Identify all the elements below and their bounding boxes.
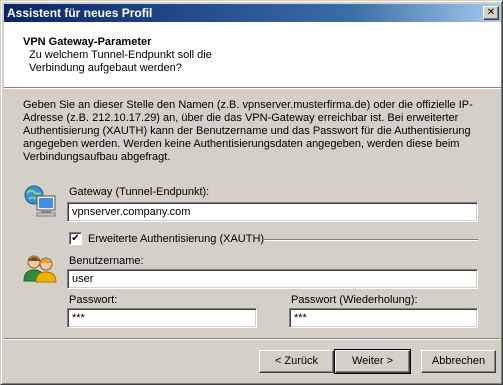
page-title: VPN Gateway-Parameter xyxy=(23,36,152,48)
close-button[interactable]: ✕ xyxy=(483,6,499,20)
network-computer-icon xyxy=(24,185,56,217)
window-title: Assistent für neues Profil xyxy=(7,6,153,20)
xauth-divider xyxy=(264,239,478,241)
next-button[interactable]: Weiter > xyxy=(334,349,411,374)
password-input[interactable]: *** xyxy=(67,308,257,328)
wizard-header: VPN Gateway-Parameter Zu welchem Tunnel-… xyxy=(4,22,501,87)
close-icon: ✕ xyxy=(486,7,496,18)
header-divider xyxy=(4,87,501,89)
checkmark-icon: ✔ xyxy=(71,233,80,244)
xauth-label[interactable]: Erweiterte Authentisierung (XAUTH) xyxy=(88,233,264,245)
username-input[interactable]: user xyxy=(67,269,478,289)
page-subtitle: Zu welchem Tunnel-Endpunkt soll die Verb… xyxy=(29,49,212,74)
xauth-checkbox[interactable]: ✔ xyxy=(69,232,82,245)
title-bar[interactable]: Assistent für neues Profil ✕ xyxy=(4,4,501,22)
username-label: Benutzername: xyxy=(69,255,144,267)
gateway-input[interactable]: vpnserver.company.com xyxy=(67,202,478,222)
back-button[interactable]: < Zurück xyxy=(259,350,334,373)
password-repeat-input[interactable]: *** xyxy=(289,308,478,328)
password-label: Passwort: xyxy=(69,294,118,306)
gateway-label: Gateway (Tunnel-Endpunkt): xyxy=(69,186,210,198)
users-icon xyxy=(23,255,57,283)
password-repeat-label: Passwort (Wiederholung): xyxy=(291,294,418,306)
wizard-window: Assistent für neues Profil ✕ VPN Gateway… xyxy=(0,0,503,385)
description-text: Geben Sie an dieser Stelle den Namen (z.… xyxy=(23,99,473,163)
footer-divider xyxy=(4,338,501,340)
cancel-button[interactable]: Abbrechen xyxy=(421,350,496,373)
